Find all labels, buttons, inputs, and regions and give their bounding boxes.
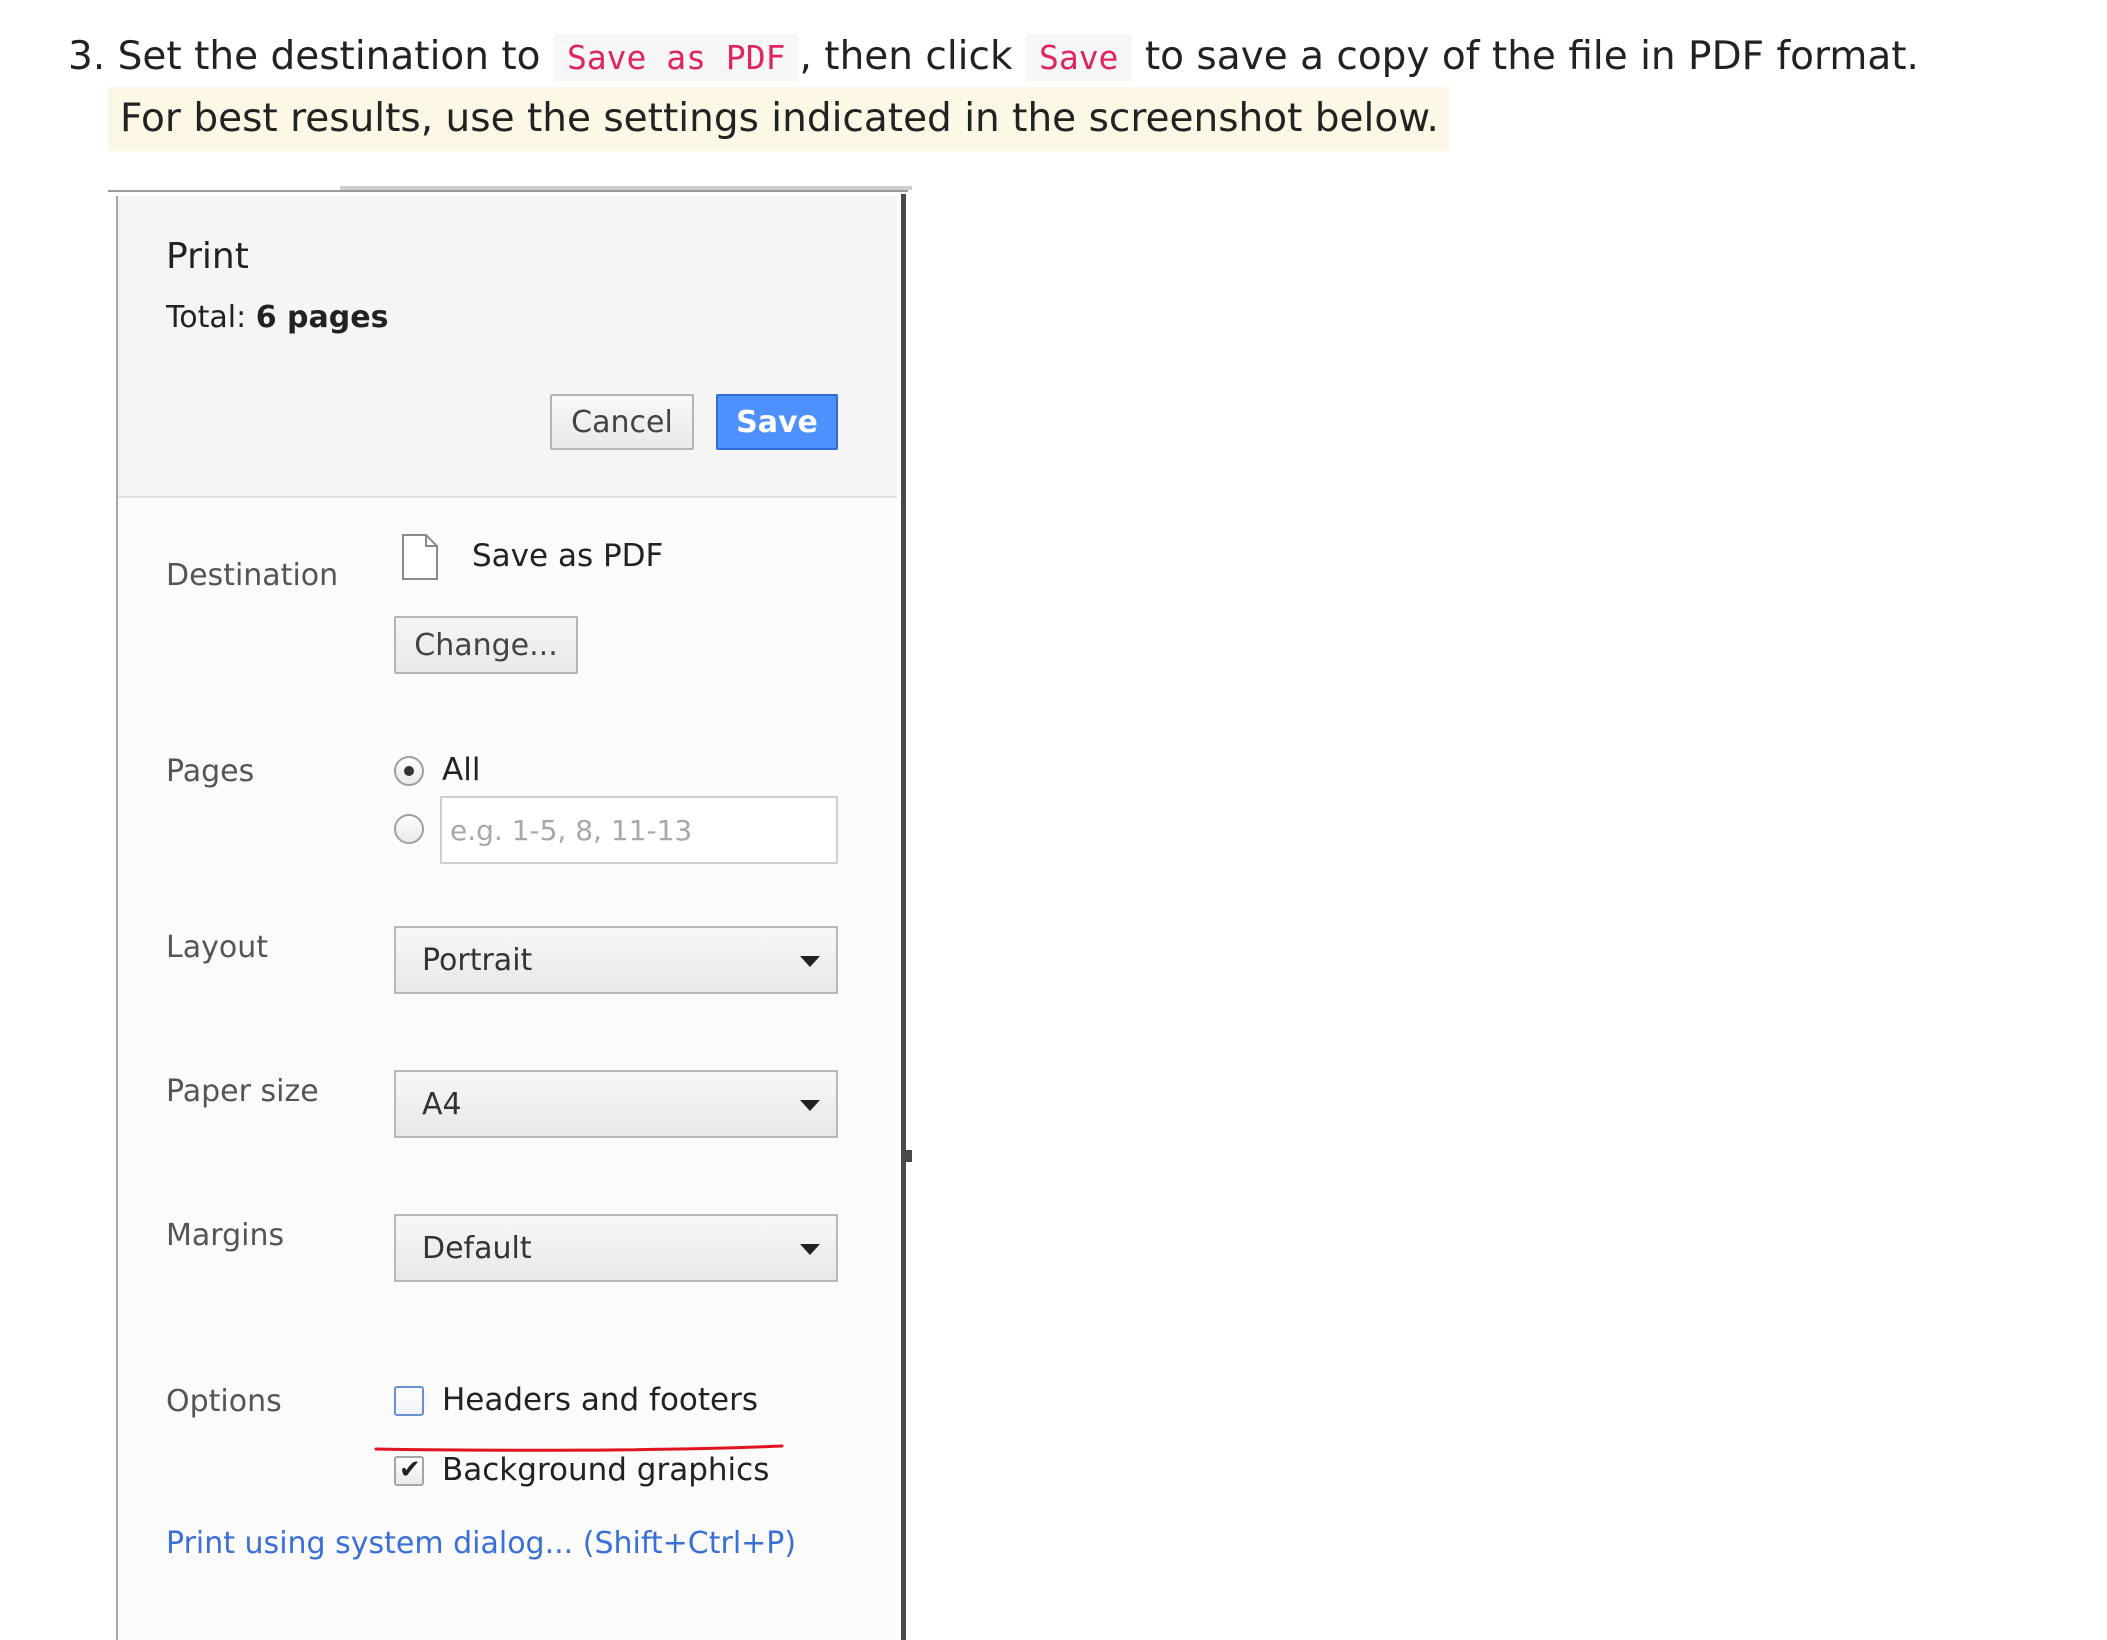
background-graphics-checkbox[interactable] — [394, 1455, 424, 1486]
resize-handle — [906, 1150, 912, 1162]
page-range-input[interactable] — [440, 796, 838, 864]
code-save-as-pdf: Save as PDF — [552, 34, 800, 81]
destination-value: Save as PDF — [472, 538, 664, 574]
pages-all-radio[interactable] — [394, 756, 424, 786]
background-graphics-label: Background graphics — [442, 1452, 770, 1488]
headers-footers-label: Headers and footers — [442, 1382, 759, 1418]
print-dialog-screenshot: Print Total: 6 pages Cancel Save Destina… — [108, 186, 912, 1640]
headers-footers-checkbox[interactable] — [394, 1386, 424, 1416]
screenshot-border-top — [108, 190, 908, 192]
screenshot-border-top-accent — [340, 186, 912, 190]
print-header: Print Total: 6 pages Cancel Save — [118, 196, 897, 498]
instruction-text-1: Set the destination to — [117, 34, 541, 79]
instruction-step: 3. Set the destination to Save as PDF, t… — [68, 26, 1919, 89]
paper-size-label: Paper size — [166, 1074, 319, 1109]
total-value: 6 pages — [255, 300, 389, 335]
step-number: 3. — [68, 34, 106, 79]
paper-size-select[interactable]: A4 — [394, 1070, 838, 1138]
highlighted-note: For best results, use the settings indic… — [108, 87, 1449, 151]
layout-value: Portrait — [422, 942, 533, 978]
pages-all-label: All — [442, 752, 481, 788]
save-button[interactable]: Save — [716, 394, 838, 450]
instruction-text-3: to save a copy of the file in PDF format… — [1144, 34, 1919, 79]
change-destination-button[interactable]: Change... — [394, 616, 578, 674]
destination-label: Destination — [166, 558, 339, 593]
screenshot-border-right — [901, 194, 906, 1640]
pages-range-radio[interactable] — [394, 814, 424, 844]
chevron-down-icon — [800, 956, 820, 967]
document-icon — [402, 534, 438, 580]
paper-size-value: A4 — [422, 1086, 462, 1122]
options-label: Options — [166, 1384, 282, 1419]
layout-label: Layout — [166, 930, 268, 965]
cancel-button[interactable]: Cancel — [550, 394, 694, 450]
margins-value: Default — [422, 1230, 532, 1266]
margins-select[interactable]: Default — [394, 1214, 838, 1282]
code-save: Save — [1024, 34, 1133, 81]
print-title: Print — [166, 236, 249, 277]
total-label: Total: — [166, 300, 247, 335]
chevron-down-icon — [800, 1244, 820, 1255]
system-dialog-link[interactable]: Print using system dialog... (Shift+Ctrl… — [166, 1526, 796, 1561]
pages-label: Pages — [166, 754, 255, 789]
total-pages: Total: 6 pages — [166, 300, 388, 335]
chevron-down-icon — [800, 1100, 820, 1111]
margins-label: Margins — [166, 1218, 285, 1253]
layout-select[interactable]: Portrait — [394, 926, 838, 994]
instruction-text-2: , then click — [799, 34, 1013, 79]
print-settings-panel: Print Total: 6 pages Cancel Save Destina… — [116, 196, 897, 1640]
